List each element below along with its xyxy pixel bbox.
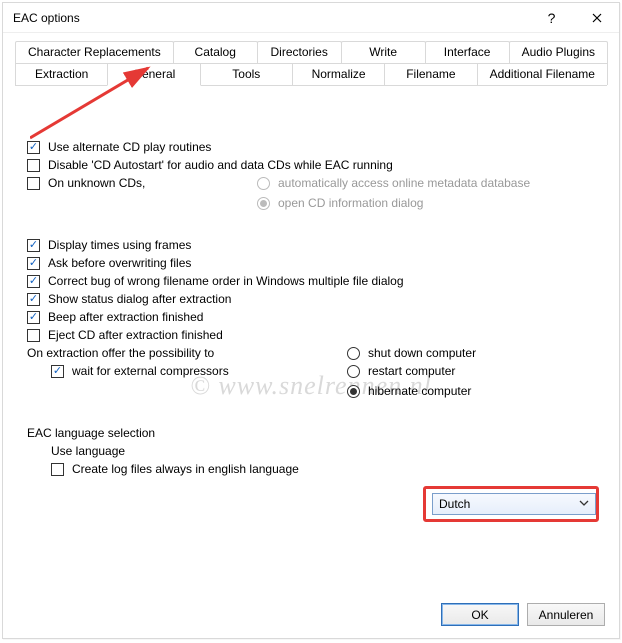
label-language-section: EAC language selection bbox=[27, 426, 155, 440]
checkbox-show-status[interactable] bbox=[27, 293, 40, 306]
label-show-status: Show status dialog after extraction bbox=[48, 292, 231, 306]
tab-catalog[interactable]: Catalog bbox=[173, 41, 258, 63]
radio-unknown-open bbox=[257, 197, 270, 210]
label-alt-routines: Use alternate CD play routines bbox=[48, 140, 211, 154]
label-wait-compressors: wait for external compressors bbox=[72, 364, 229, 378]
checkbox-alt-routines[interactable] bbox=[27, 141, 40, 154]
label-correct-bug: Correct bug of wrong filename order in W… bbox=[48, 274, 404, 288]
tab-directories[interactable]: Directories bbox=[257, 41, 342, 63]
cancel-button-label: Annuleren bbox=[539, 608, 594, 622]
label-log-english: Create log files always in english langu… bbox=[72, 462, 299, 476]
label-display-frames: Display times using frames bbox=[48, 238, 191, 252]
language-select-value: Dutch bbox=[439, 497, 470, 511]
close-icon bbox=[592, 13, 602, 23]
radio-unknown-auto bbox=[257, 177, 270, 190]
help-button[interactable]: ? bbox=[529, 3, 574, 33]
tab-filename[interactable]: Filename bbox=[384, 63, 477, 85]
window-title: EAC options bbox=[13, 11, 529, 25]
checkbox-display-frames[interactable] bbox=[27, 239, 40, 252]
label-unknown-open: open CD information dialog bbox=[278, 196, 423, 210]
label-eject: Eject CD after extraction finished bbox=[48, 328, 223, 342]
label-restart: restart computer bbox=[368, 364, 455, 378]
tab-tools[interactable]: Tools bbox=[200, 63, 293, 85]
close-button[interactable] bbox=[574, 3, 619, 33]
checkbox-beep[interactable] bbox=[27, 311, 40, 324]
tab-extraction[interactable]: Extraction bbox=[15, 63, 108, 85]
checkbox-correct-bug[interactable] bbox=[27, 275, 40, 288]
radio-restart[interactable] bbox=[347, 365, 360, 378]
tab-strip: Character Replacements Catalog Directori… bbox=[15, 41, 607, 86]
tab-character-replacements[interactable]: Character Replacements bbox=[15, 41, 174, 63]
tab-row-2: Extraction General Tools Normalize Filen… bbox=[15, 63, 607, 85]
dialog-button-bar: OK Annuleren bbox=[3, 595, 619, 638]
language-select[interactable]: Dutch bbox=[432, 493, 596, 515]
checkbox-disable-autostart[interactable] bbox=[27, 159, 40, 172]
radio-hibernate[interactable] bbox=[347, 385, 360, 398]
label-hibernate: hibernate computer bbox=[368, 384, 471, 398]
label-disable-autostart: Disable 'CD Autostart' for audio and dat… bbox=[48, 158, 393, 172]
checkbox-ask-overwrite[interactable] bbox=[27, 257, 40, 270]
tab-additional-filename[interactable]: Additional Filename bbox=[477, 63, 608, 85]
titlebar: EAC options ? bbox=[3, 3, 619, 33]
label-on-extraction-offer: On extraction offer the possibility to bbox=[27, 346, 214, 360]
ok-button[interactable]: OK bbox=[441, 603, 519, 626]
tab-audio-plugins[interactable]: Audio Plugins bbox=[509, 41, 608, 63]
checkbox-log-english[interactable] bbox=[51, 463, 64, 476]
label-ask-overwrite: Ask before overwriting files bbox=[48, 256, 191, 270]
dialog-window: EAC options ? Character Replacements Cat… bbox=[2, 2, 620, 639]
highlight-language-select: Dutch bbox=[423, 486, 599, 522]
checkbox-eject[interactable] bbox=[27, 329, 40, 342]
ok-button-label: OK bbox=[471, 608, 488, 622]
checkbox-wait-compressors[interactable] bbox=[51, 365, 64, 378]
label-use-language: Use language bbox=[51, 444, 125, 458]
tab-panel-general: © www.snelrennen.nl Use alternate CD pla… bbox=[3, 86, 619, 595]
label-beep: Beep after extraction finished bbox=[48, 310, 203, 324]
checkbox-unknown-cds[interactable] bbox=[27, 177, 40, 190]
label-unknown-cds: On unknown CDs, bbox=[48, 176, 145, 190]
tab-row-1: Character Replacements Catalog Directori… bbox=[15, 41, 607, 63]
tab-interface[interactable]: Interface bbox=[425, 41, 510, 63]
cancel-button[interactable]: Annuleren bbox=[527, 603, 605, 626]
label-unknown-auto: automatically access online metadata dat… bbox=[278, 176, 530, 190]
radio-shutdown[interactable] bbox=[347, 347, 360, 360]
chevron-down-icon bbox=[579, 497, 589, 511]
label-shutdown: shut down computer bbox=[368, 346, 476, 360]
tab-general[interactable]: General bbox=[107, 63, 200, 86]
tab-write[interactable]: Write bbox=[341, 41, 426, 63]
tab-normalize[interactable]: Normalize bbox=[292, 63, 385, 85]
